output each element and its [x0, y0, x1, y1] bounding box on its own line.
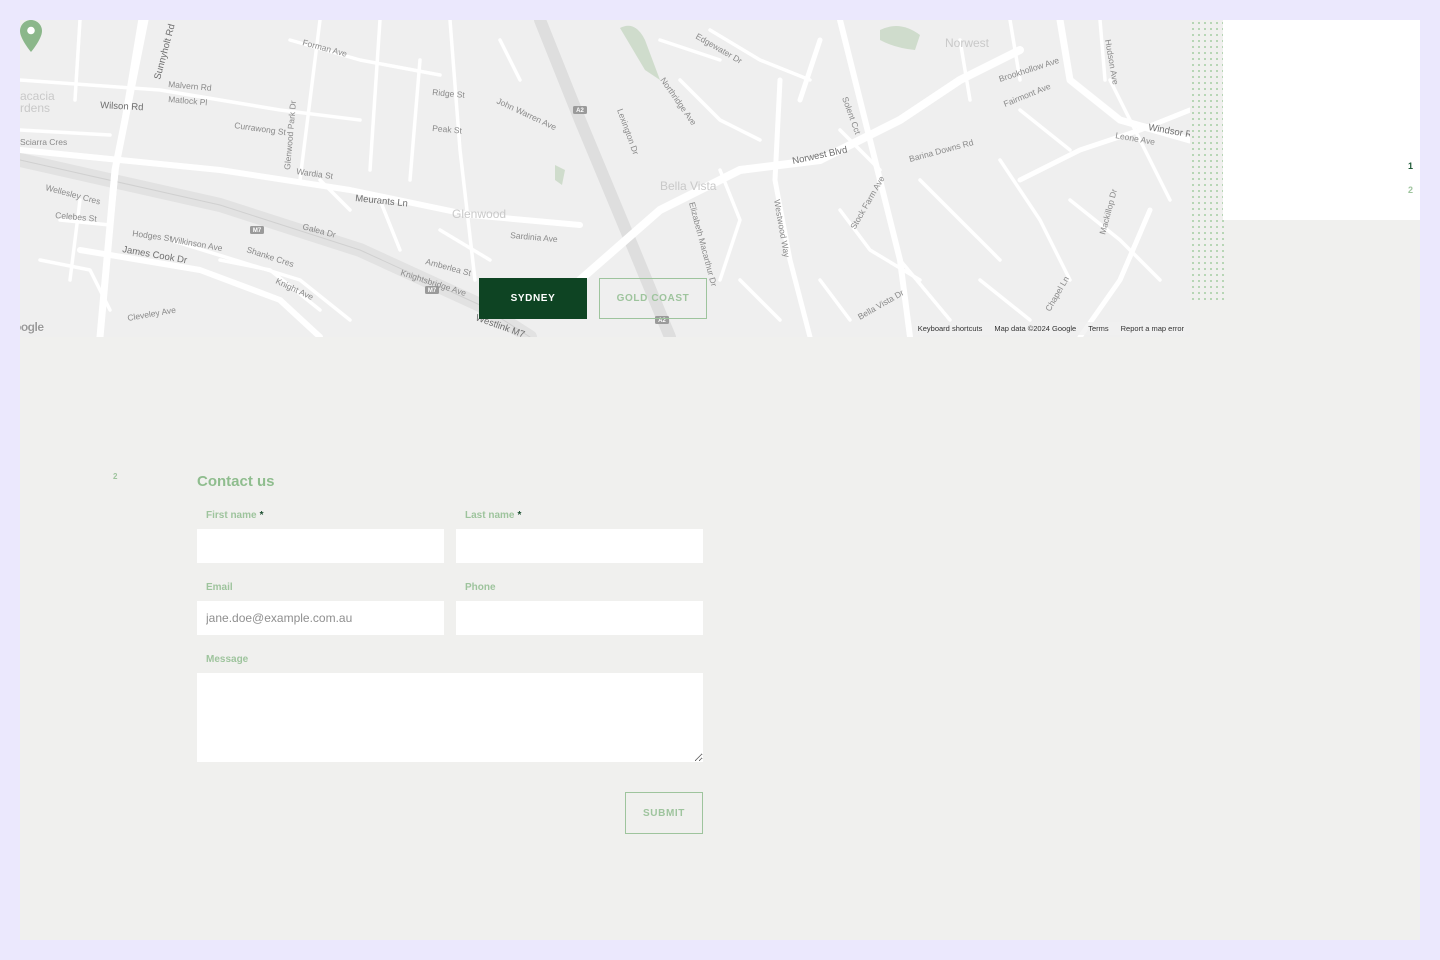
slide-number-1[interactable]: 1: [1408, 161, 1413, 171]
map-street-label: Chapel Ln: [1043, 274, 1071, 313]
page-frame: A2 M7 M7 A2 Bella Vista Norwest Glenwood acacia…: [20, 20, 1420, 940]
map-street-label: Cleveley Ave: [127, 305, 177, 323]
map-road: [818, 278, 852, 322]
map-road: [1098, 20, 1107, 82]
map-street-label: Currawong St: [234, 120, 287, 137]
slider-panel: 1 2: [1223, 20, 1420, 220]
first-name-label-text: First name: [206, 510, 257, 521]
map-street-label: Sciarra Cres: [20, 137, 67, 147]
map-street-label: Wilkinson Ave: [170, 234, 224, 253]
map-road: [408, 58, 422, 182]
map-road: [498, 38, 522, 82]
map-street-label: Sardinia Ave: [510, 230, 559, 244]
map-street-label: Barina Downs Rd: [908, 137, 975, 164]
phone-label: Phone: [465, 582, 496, 593]
last-name-label: Last name *: [465, 510, 521, 521]
required-marker: *: [517, 510, 522, 521]
message-label: Message: [206, 654, 249, 665]
map-street-label: Forman Ave: [301, 37, 348, 59]
map-street-label: Stock Farm Ave: [848, 174, 887, 231]
map-suburb-label: rdens: [20, 101, 50, 115]
decorative-dot-pattern: [1190, 20, 1226, 300]
map-road: [978, 278, 1032, 322]
motorway-m7-edge: [20, 159, 531, 337]
map-road: [678, 78, 762, 142]
first-name-input[interactable]: [197, 529, 444, 563]
map-street-label: Bella Vista Dr: [856, 287, 906, 321]
map-street-label: Wilson Rd: [100, 100, 144, 113]
map-street-label: Fairmont Ave: [1002, 81, 1052, 109]
map-street-label: Mackillop Dr: [1097, 188, 1119, 236]
last-name-label-text: Last name: [465, 510, 515, 521]
map-street-label: Hodges St: [132, 228, 173, 244]
road-edgewater-dr: [797, 37, 823, 103]
map-road: [718, 168, 742, 282]
map-park: [555, 165, 565, 185]
last-name-input[interactable]: [456, 529, 703, 563]
terms-link[interactable]: Terms: [1088, 324, 1108, 333]
form-title: Contact us: [197, 473, 275, 490]
map-road: [73, 20, 82, 102]
first-name-label: First name *: [206, 510, 263, 521]
road-barina-downs-rd: [1017, 107, 1190, 183]
required-marker: *: [259, 510, 264, 521]
phone-input[interactable]: [456, 601, 703, 635]
map-street-label: Peak St: [432, 123, 463, 136]
road-shield-label: M7: [253, 228, 262, 234]
email-input[interactable]: [197, 601, 444, 635]
map[interactable]: A2 M7 M7 A2 Bella Vista Norwest Glenwood acacia…: [20, 20, 1190, 337]
map-street-label: Amberlea St: [424, 256, 472, 278]
map-suburb-label: Glenwood: [452, 207, 506, 221]
map-road: [448, 20, 477, 282]
section-number: 2: [113, 472, 118, 481]
map-street-label: Wellesley Cres: [44, 182, 101, 206]
message-textarea[interactable]: [197, 673, 703, 762]
map-park: [620, 25, 660, 80]
keyboard-shortcuts-link[interactable]: Keyboard shortcuts: [918, 324, 983, 333]
google-logo: oogle: [20, 320, 44, 334]
map-street-label: Westwood Way: [772, 199, 792, 259]
map-road: [918, 178, 1002, 262]
map-road: [38, 258, 112, 312]
map-road: [1018, 108, 1072, 152]
location-tab-gold-coast[interactable]: GOLD COAST: [599, 278, 707, 319]
location-tab-sydney[interactable]: SYDNEY: [479, 278, 587, 319]
map-street-label: Ridge St: [432, 87, 466, 100]
map-road: [738, 278, 782, 322]
map-attribution: Keyboard shortcuts Map data ©2024 Google…: [915, 322, 1186, 335]
map-suburb-label: Bella Vista: [660, 179, 717, 193]
slide-number-2[interactable]: 2: [1408, 185, 1413, 195]
road-shield-label: M7: [428, 288, 437, 294]
road-chapel-ln: [1077, 207, 1153, 337]
map-road: [368, 20, 382, 172]
road-windsor-rd: [1056, 20, 1190, 144]
motorway-m7: [20, 153, 537, 337]
location-pin-icon[interactable]: [20, 20, 42, 52]
map-street-label: John Warren Ave: [495, 96, 558, 133]
map-street-label: Sunnyholt Rd: [152, 23, 177, 81]
map-street-label: Lexington Dr: [615, 107, 641, 156]
map-data-text: Map data ©2024 Google: [994, 324, 1077, 333]
email-label: Email: [206, 582, 233, 593]
map-street-label: Northridge Ave: [658, 75, 699, 127]
map-road: [438, 228, 492, 262]
map-park: [880, 26, 920, 50]
road-shield-label: A2: [576, 108, 584, 114]
map-suburb-label: Norwest: [945, 36, 990, 50]
map-road: [998, 158, 1072, 282]
report-map-error-link[interactable]: Report a map error: [1121, 324, 1184, 333]
map-road: [20, 128, 112, 137]
map-street-label: Matlock Pl: [168, 94, 208, 107]
map-street-label: Elizabeth Macarthur Dr: [687, 201, 719, 288]
submit-button[interactable]: SUBMIT: [625, 792, 703, 834]
